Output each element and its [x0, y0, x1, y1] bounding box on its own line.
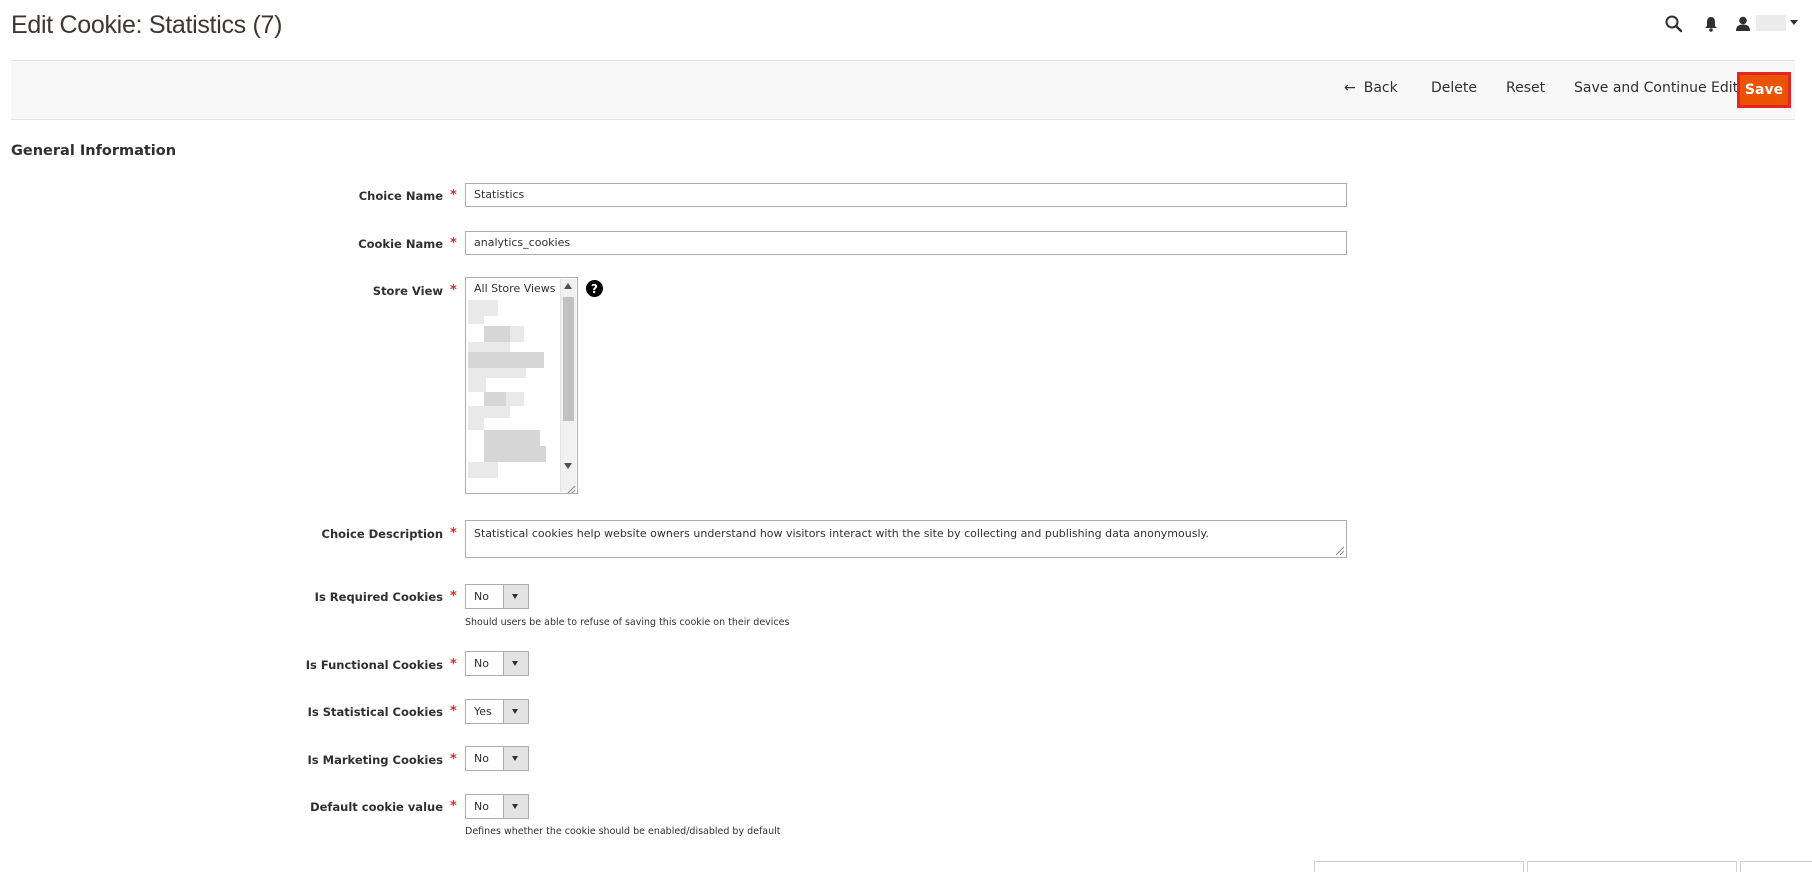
- delete-button[interactable]: Delete: [1431, 80, 1477, 96]
- select-value: No: [474, 752, 489, 765]
- is-required-select[interactable]: No: [465, 584, 529, 609]
- scroll-thumb[interactable]: [563, 297, 574, 421]
- required-mark: *: [450, 188, 457, 203]
- redacted-option: [468, 368, 526, 378]
- redacted-option: [506, 392, 524, 406]
- chevron-down-icon: [512, 756, 518, 761]
- chevron-down-icon: [512, 804, 518, 809]
- redacted-option: [510, 326, 524, 342]
- default-value-note: Defines whether the cookie should be ena…: [465, 826, 781, 837]
- required-mark: *: [450, 704, 457, 719]
- redacted-option: [468, 316, 484, 324]
- help-icon[interactable]: ?: [586, 280, 603, 297]
- choice-description-text: Statistical cookies help website owners …: [474, 527, 1209, 540]
- select-value: Yes: [474, 705, 492, 718]
- back-label: Back: [1363, 80, 1398, 96]
- choice-name-input[interactable]: Statistics: [465, 183, 1347, 207]
- is-required-note: Should users be able to refuse of saving…: [465, 617, 790, 628]
- required-mark: *: [450, 526, 457, 541]
- required-mark: *: [450, 283, 457, 298]
- chevron-down-icon: [512, 709, 518, 714]
- section-title: General Information: [11, 143, 177, 159]
- redacted-option: [468, 418, 484, 430]
- required-mark: *: [450, 589, 457, 604]
- choice-name-label: Choice Name: [358, 189, 443, 203]
- store-view-multiselect[interactable]: All Store Views: [465, 277, 578, 494]
- scroll-down-icon[interactable]: [564, 463, 572, 469]
- select-toggle[interactable]: [503, 700, 528, 723]
- required-mark: *: [450, 752, 457, 767]
- save-button[interactable]: Save: [1737, 72, 1791, 108]
- redacted-option: [468, 342, 510, 352]
- select-toggle[interactable]: [503, 585, 528, 608]
- redacted-option[interactable]: [468, 300, 498, 316]
- search-icon[interactable]: [1662, 12, 1686, 36]
- default-value-label: Default cookie value: [310, 800, 443, 814]
- store-view-label: Store View: [372, 284, 443, 298]
- is-marketing-select[interactable]: No: [465, 746, 529, 771]
- is-marketing-label: Is Marketing Cookies: [307, 753, 443, 767]
- resize-handle-icon[interactable]: [564, 480, 576, 493]
- bottom-button[interactable]: [1527, 861, 1737, 872]
- page-actions-bar: ← Back Delete Reset Save and Continue Edi…: [11, 60, 1795, 120]
- bottom-button[interactable]: [1314, 861, 1524, 872]
- bell-icon[interactable]: [1700, 12, 1722, 36]
- redacted-option[interactable]: [484, 392, 506, 406]
- store-view-option[interactable]: All Store Views: [474, 282, 556, 295]
- chevron-down-icon: [512, 661, 518, 666]
- cookie-name-label: Cookie Name: [358, 237, 443, 251]
- redacted-option[interactable]: [484, 326, 510, 342]
- choice-description-textarea[interactable]: Statistical cookies help website owners …: [465, 520, 1347, 558]
- required-mark: *: [450, 799, 457, 814]
- select-toggle[interactable]: [503, 795, 528, 818]
- user-name-redacted[interactable]: [1756, 15, 1786, 31]
- is-required-label: Is Required Cookies: [314, 590, 443, 604]
- bottom-button[interactable]: [1740, 861, 1812, 872]
- chevron-down-icon[interactable]: [1790, 20, 1798, 25]
- redacted-option: [468, 378, 486, 392]
- reset-button[interactable]: Reset: [1506, 80, 1545, 96]
- chevron-down-icon: [512, 594, 518, 599]
- select-value: No: [474, 800, 489, 813]
- choice-description-label: Choice Description: [321, 527, 443, 541]
- scroll-up-icon[interactable]: [564, 283, 572, 289]
- select-value: No: [474, 657, 489, 670]
- resize-handle-icon[interactable]: [1333, 544, 1345, 556]
- is-functional-label: Is Functional Cookies: [305, 658, 443, 672]
- required-mark: *: [450, 657, 457, 672]
- save-and-continue-button[interactable]: Save and Continue Edit: [1574, 80, 1738, 96]
- scrollbar[interactable]: [560, 279, 576, 492]
- select-toggle[interactable]: [503, 652, 528, 675]
- default-value-select[interactable]: No: [465, 794, 529, 819]
- is-functional-select[interactable]: No: [465, 651, 529, 676]
- is-statistical-label: Is Statistical Cookies: [307, 705, 443, 719]
- redacted-option[interactable]: [484, 430, 540, 446]
- cookie-name-input[interactable]: analytics_cookies: [465, 231, 1347, 255]
- back-button[interactable]: ← Back: [1344, 80, 1398, 96]
- redacted-option: [468, 406, 510, 418]
- redacted-option: [468, 462, 498, 478]
- required-mark: *: [450, 236, 457, 251]
- is-statistical-select[interactable]: Yes: [465, 699, 529, 724]
- page-title: Edit Cookie: Statistics (7): [11, 11, 283, 39]
- redacted-option[interactable]: [484, 446, 546, 462]
- redacted-option[interactable]: [468, 352, 544, 368]
- arrow-left-icon: ←: [1344, 80, 1356, 96]
- select-toggle[interactable]: [503, 747, 528, 770]
- select-value: No: [474, 590, 489, 603]
- user-icon[interactable]: [1734, 12, 1752, 36]
